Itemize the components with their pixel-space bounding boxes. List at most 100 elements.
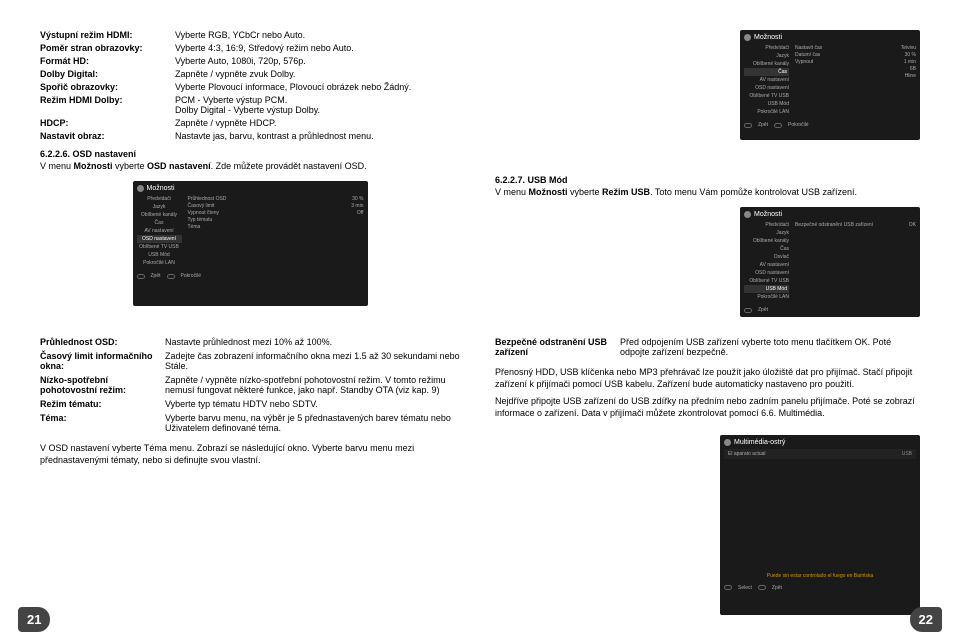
list-item: Pokročilé LAN [137,259,182,267]
gear-icon [137,185,144,192]
gear-icon [744,34,751,41]
value: Off [357,210,364,216]
footer-label: Select [738,585,752,591]
list-item: Jazyk [744,52,789,60]
list-item: Oblíbené kanály [137,211,182,219]
list-item: OSD nastavení [744,84,789,92]
list-item: Oblíbené TV USB [744,92,789,100]
text-bold: Možnosti [529,187,568,197]
row-key: Nastavit obraz: [40,131,175,141]
footer-label: Zpět [758,122,768,128]
row-val: Vyberte Auto, 1080i, 720p, 576p. [175,56,460,66]
usb-removal-row: Bezpečné odstranění USB zařízení Před od… [495,337,920,357]
value: OK [909,222,916,228]
section-626-title: 6.2.2.6. OSD nastavení [40,149,460,159]
text-bold: OSD nastavení [147,161,211,171]
row-key: Bezpečné odstranění USB zařízení [495,337,620,357]
row-key: Dolby Digital: [40,69,175,79]
row-val: Zapněte / vypněte nízko-spotřební pohoto… [165,375,460,395]
list-item: Čas [744,245,789,253]
row-key: Poměr stran obrazovky: [40,43,175,53]
label: Datum/ čas [795,52,820,58]
row-key: Nízko-spotřební pohotovostní režim: [40,375,165,395]
row-val: Vyberte Plovoucí informace, Plovoucí obr… [175,82,460,92]
button-icon [137,274,145,279]
value: 30 % [905,52,916,58]
usb-info-paragraph-1: Přenosný HDD, USB klíčenka nebo MP3 přeh… [495,367,920,390]
row-val: Před odpojením USB zařízení vyberte toto… [620,337,920,357]
text: vyberte [113,161,148,171]
list-item: AV nastavení [744,76,789,84]
label: Nastavit čas [795,45,822,51]
footer-label: Pokročilé [788,122,809,128]
footer-label: Pokročilé [181,273,202,279]
section-627-text: V menu Možnosti vyberte Režim USB. Toto … [495,187,920,197]
list-item-highlight: USB Mód [744,285,789,293]
row-val: Nastavte průhlednost mezi 10% až 100%. [165,337,460,347]
text: vyberte [568,187,603,197]
row-val: Nastavte jas, barvu, kontrast a průhledn… [175,131,460,141]
footer-label: Zpět [151,273,161,279]
footer-label: Zpět [758,307,768,313]
shot-title: Multimédia-ostrý [734,439,785,446]
button-icon [744,123,752,128]
spanish-text: Puede sin estar controlado el fuego en B… [724,573,916,579]
row-key: Průhlednost OSD: [40,337,165,347]
multimedia-screenshot: Multimédia-ostrý El aparato actual USB P… [720,435,920,615]
list-item: Předvídači [137,195,182,203]
shot-title: Možnosti [754,211,782,218]
value: 6B [910,66,916,72]
list-item: Předvídači [744,221,789,229]
list-item: Oblíbené TV USB [137,243,182,251]
list-item: AV nastavení [137,227,182,235]
row-key: Režim HDMI Dolby: [40,95,175,115]
list-item: Čas [137,219,182,227]
text-bold: Možnosti [74,161,113,171]
button-icon [167,274,175,279]
list-item: Oblíbené kanály [744,60,789,68]
row-val: PCM - Vyberte výstup PCM. Dolby Digital … [175,95,460,115]
row-key: Formát HD: [40,56,175,66]
osd-settings-screenshot: Možnosti Předvídači Jazyk Oblíbené kanál… [133,181,368,306]
row-key: Spořič obrazovky: [40,82,175,92]
value: Teivivu [901,45,916,51]
list-item: OSD nastavení [744,269,789,277]
button-icon [724,585,732,590]
row-key: Režim tématu: [40,399,165,409]
label: Bezpečné odstranění USB zařízení [795,222,873,228]
label: El aparato actual [728,451,766,457]
osd-settings-table: Průhlednost OSD:Nastavte průhlednost mez… [40,337,460,433]
list-item: Předvídači [744,44,789,52]
text-bold: Režim USB [602,187,650,197]
list-item-highlight: OSD nastavení [137,235,182,243]
gear-icon [724,439,731,446]
list-item: Jazyk [744,229,789,237]
value: Hline [905,73,916,79]
page-number-right: 22 [910,607,942,632]
label: Vypnout [795,59,813,65]
text: V menu [40,161,74,171]
text: . Zde můžete provádět nastavení OSD. [211,161,367,171]
list-item: AV nastavení [744,261,789,269]
row-key: Téma: [40,413,165,433]
value: 1 min [904,59,916,65]
row-key: Časový limit informačního okna: [40,351,165,371]
row-key: Výstupní režim HDMI: [40,30,175,40]
row-val: Zadejte čas zobrazení informačního okna … [165,351,460,371]
osd-theme-paragraph: V OSD nastavení vyberte Téma menu. Zobra… [40,443,460,466]
row-val: Vyberte typ tématu HDTV nebo SDTV. [165,399,460,409]
text: V menu [495,187,529,197]
list-item: Oblíbené TV USB [744,277,789,285]
hdmi-settings-table: Výstupní režim HDMI:Vyberte RGB, YCbCr n… [40,30,460,141]
list-item: Pokročilé LAN [744,108,789,116]
label: Časový limit [188,203,215,209]
row-val: Vyberte barvu menu, na výběr je 5 předna… [165,413,460,433]
label: Téma [188,224,201,230]
button-icon [774,123,782,128]
row-val: Zapněte / vypněte zvuk Dolby. [175,69,460,79]
button-icon [758,585,766,590]
shot-title: Možnosti [754,34,782,41]
label: Průhlednost OSD [188,196,227,202]
row-val: Vyberte RGB, YCbCr nebo Auto. [175,30,460,40]
list-item: Osvlač [744,253,789,261]
